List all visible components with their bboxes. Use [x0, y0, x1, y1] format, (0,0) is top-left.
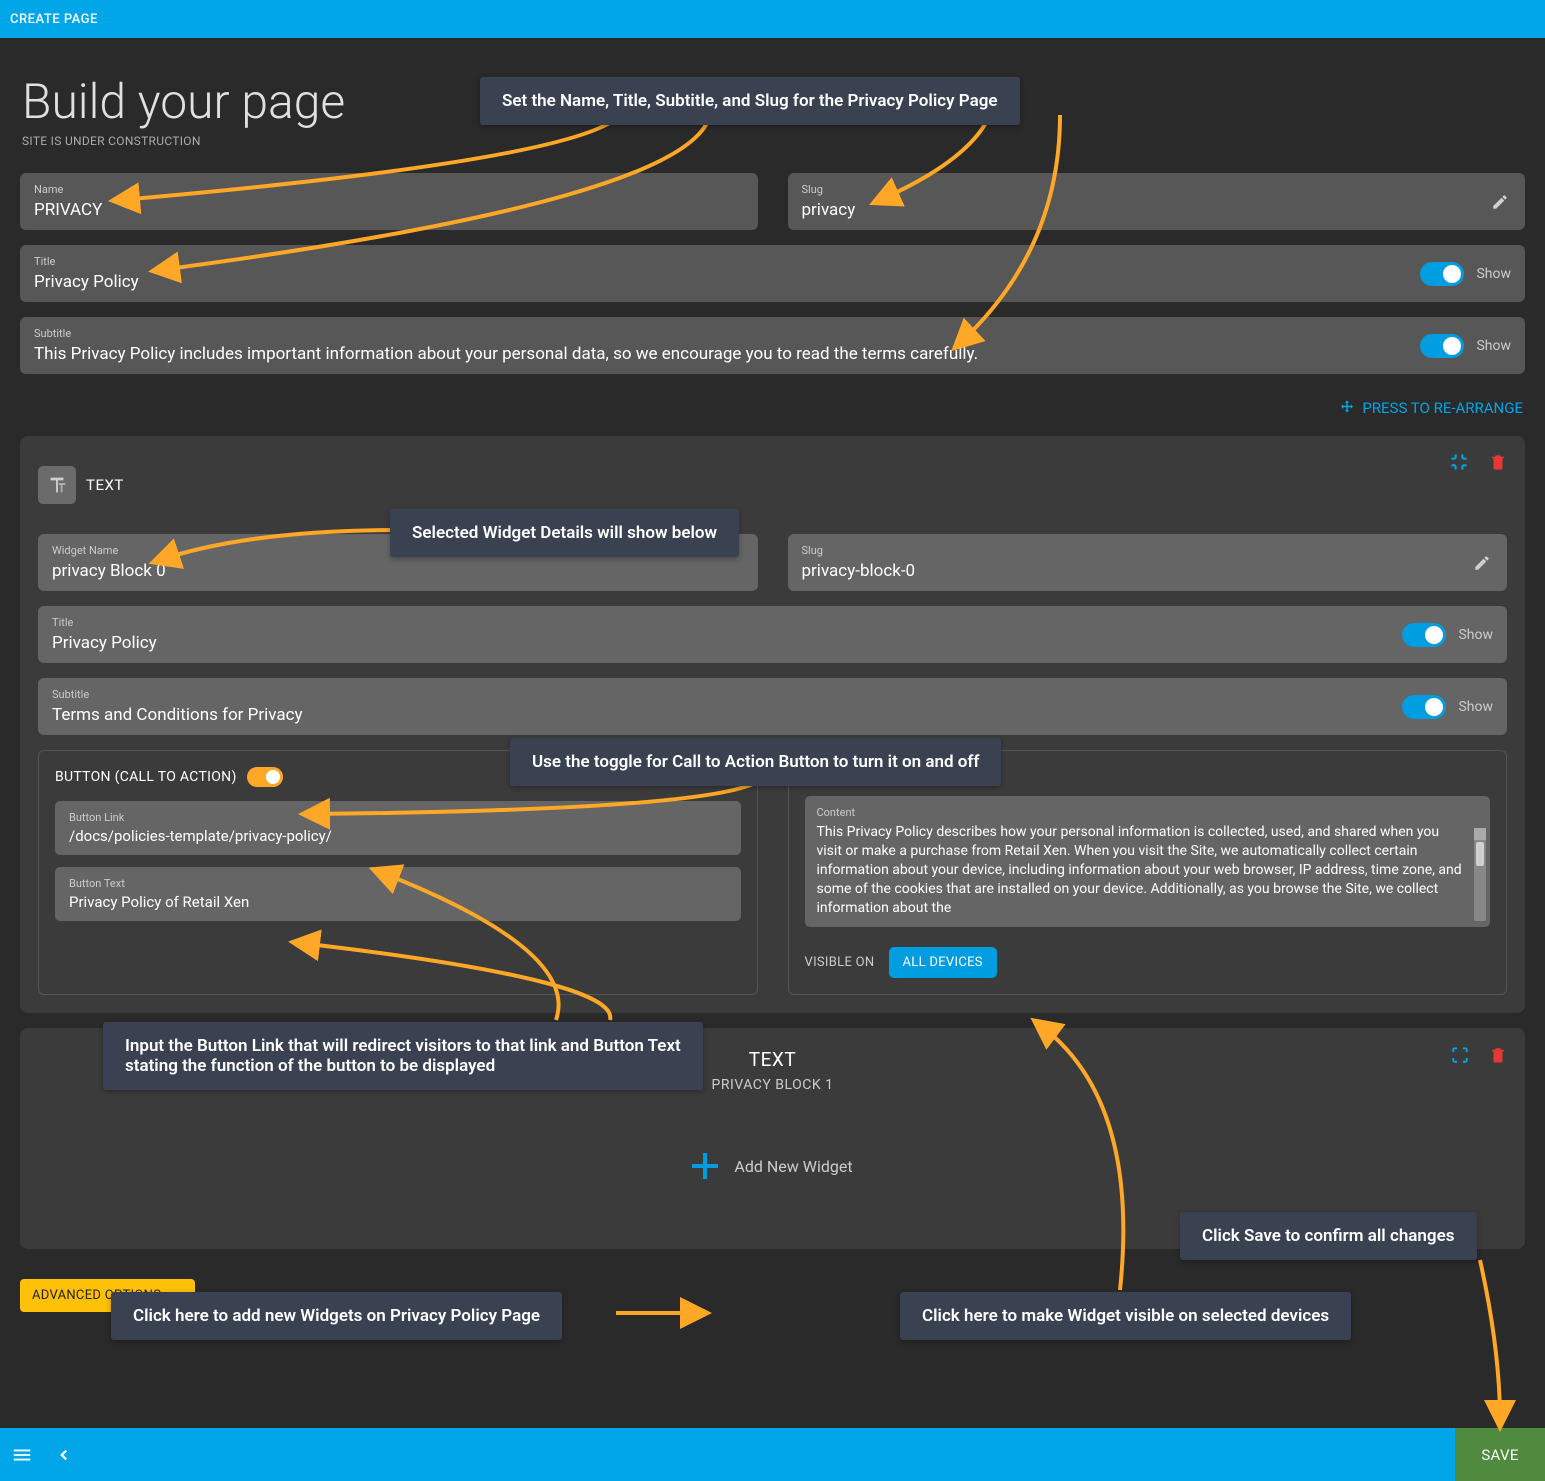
- button-text-label: Button Text: [69, 877, 727, 890]
- back-icon[interactable]: [50, 1441, 78, 1469]
- pencil-icon[interactable]: [1491, 193, 1509, 211]
- content-scrollbar[interactable]: [1474, 828, 1486, 921]
- content-field[interactable]: Content This Privacy Policy describes ho…: [805, 796, 1491, 927]
- delete-icon[interactable]: [1489, 1046, 1507, 1068]
- subtitle-field[interactable]: Subtitle This Privacy Policy includes im…: [20, 317, 1525, 374]
- add-widget-icon[interactable]: [692, 1153, 718, 1179]
- widget-title-field[interactable]: Title Privacy Policy Show: [38, 606, 1507, 663]
- rearrange-row: PRESS TO RE-ARRANGE: [0, 389, 1545, 431]
- title-field[interactable]: Title Privacy Policy Show: [20, 245, 1525, 302]
- widget-subtitle-toggle[interactable]: [1402, 695, 1446, 719]
- callout-visible-on: Click here to make Widget visible on sel…: [900, 1292, 1351, 1340]
- widget-title-value: Privacy Policy: [52, 633, 1493, 653]
- button-link-value: /docs/policies-template/privacy-policy/: [69, 827, 727, 845]
- create-page-label: CREATE PAGE: [10, 12, 98, 27]
- cta-heading: BUTTON (CALL TO ACTION): [55, 769, 237, 785]
- save-button[interactable]: SAVE: [1455, 1428, 1545, 1481]
- widget-subtitle-toggle-label: Show: [1458, 699, 1493, 715]
- text-icon: [38, 466, 76, 504]
- widget-name-value: privacy Block 0: [52, 561, 744, 581]
- page-subtitle: SITE IS UNDER CONSTRUCTION: [22, 134, 1525, 148]
- rearrange-text: PRESS TO RE-ARRANGE: [1362, 399, 1523, 417]
- callout-button-fields: Input the Button Link that will redirect…: [103, 1022, 703, 1090]
- subtitle-toggle[interactable]: [1420, 334, 1464, 358]
- widget-slug-label: Slug: [802, 544, 1494, 557]
- cta-panel: BUTTON (CALL TO ACTION) Button Link /doc…: [38, 750, 758, 995]
- widget-title-toggle[interactable]: [1402, 623, 1446, 647]
- bottom-bar: SAVE: [0, 1428, 1545, 1481]
- widget-subtitle-value: Terms and Conditions for Privacy: [52, 705, 1493, 725]
- button-link-field[interactable]: Button Link /docs/policies-template/priv…: [55, 801, 741, 855]
- callout-save: Click Save to confirm all changes: [1180, 1212, 1477, 1260]
- subtitle-label: Subtitle: [34, 327, 1511, 340]
- subtitle-toggle-label: Show: [1476, 338, 1511, 354]
- callout-widget-details: Selected Widget Details will show below: [390, 509, 739, 557]
- all-devices-button[interactable]: ALL DEVICES: [889, 947, 997, 978]
- widget-panel-expanded: TEXT Widget Name privacy Block 0 Slug pr…: [20, 436, 1525, 1013]
- slug-value: privacy: [802, 200, 1512, 220]
- widget-subtitle-field[interactable]: Subtitle Terms and Conditions for Privac…: [38, 678, 1507, 735]
- visible-on-label: VISIBLE ON: [805, 955, 875, 970]
- widget-options-panel: WIDGET OPTIONS Content This Privacy Poli…: [788, 750, 1508, 995]
- pencil-icon[interactable]: [1473, 554, 1491, 572]
- rearrange-link[interactable]: PRESS TO RE-ARRANGE: [1338, 399, 1523, 417]
- name-label: Name: [34, 183, 744, 196]
- delete-icon[interactable]: [1489, 453, 1507, 475]
- widget-slug-value: privacy-block-0: [802, 561, 1494, 581]
- widget-slug-field[interactable]: Slug privacy-block-0: [788, 534, 1508, 591]
- collapse-icon[interactable]: [1449, 452, 1469, 476]
- button-text-field[interactable]: Button Text Privacy Policy of Retail Xen: [55, 867, 741, 921]
- content-text: This Privacy Policy describes how your p…: [817, 823, 1479, 917]
- menu-icon[interactable]: [8, 1441, 36, 1469]
- title-toggle-label: Show: [1476, 266, 1511, 282]
- slug-label: Slug: [802, 183, 1512, 196]
- top-bar: CREATE PAGE: [0, 0, 1545, 38]
- slug-field[interactable]: Slug privacy: [788, 173, 1526, 230]
- title-label: Title: [34, 255, 1511, 268]
- title-toggle[interactable]: [1420, 262, 1464, 286]
- widget-subtitle-label: Subtitle: [52, 688, 1493, 701]
- title-value: Privacy Policy: [34, 272, 1511, 292]
- move-icon: [1338, 399, 1356, 417]
- callout-header: Set the Name, Title, Subtitle, and Slug …: [480, 77, 1020, 125]
- widget-title-toggle-label: Show: [1458, 627, 1493, 643]
- content-label: Content: [817, 806, 1479, 819]
- widget-type: TEXT: [86, 476, 124, 494]
- button-text-value: Privacy Policy of Retail Xen: [69, 893, 727, 911]
- name-field[interactable]: Name PRIVACY: [20, 173, 758, 230]
- subtitle-value: This Privacy Policy includes important i…: [34, 344, 1511, 364]
- button-link-label: Button Link: [69, 811, 727, 824]
- expand-icon[interactable]: [1451, 1046, 1469, 1068]
- cta-toggle[interactable]: [247, 767, 283, 787]
- add-widget-label[interactable]: Add New Widget: [734, 1157, 852, 1176]
- form-area: Name PRIVACY Slug privacy Title Privacy …: [0, 163, 1545, 374]
- callout-add-widget: Click here to add new Widgets on Privacy…: [111, 1292, 562, 1340]
- callout-cta-toggle: Use the toggle for Call to Action Button…: [510, 738, 1001, 786]
- name-value: PRIVACY: [34, 200, 744, 220]
- widget-title-label: Title: [52, 616, 1493, 629]
